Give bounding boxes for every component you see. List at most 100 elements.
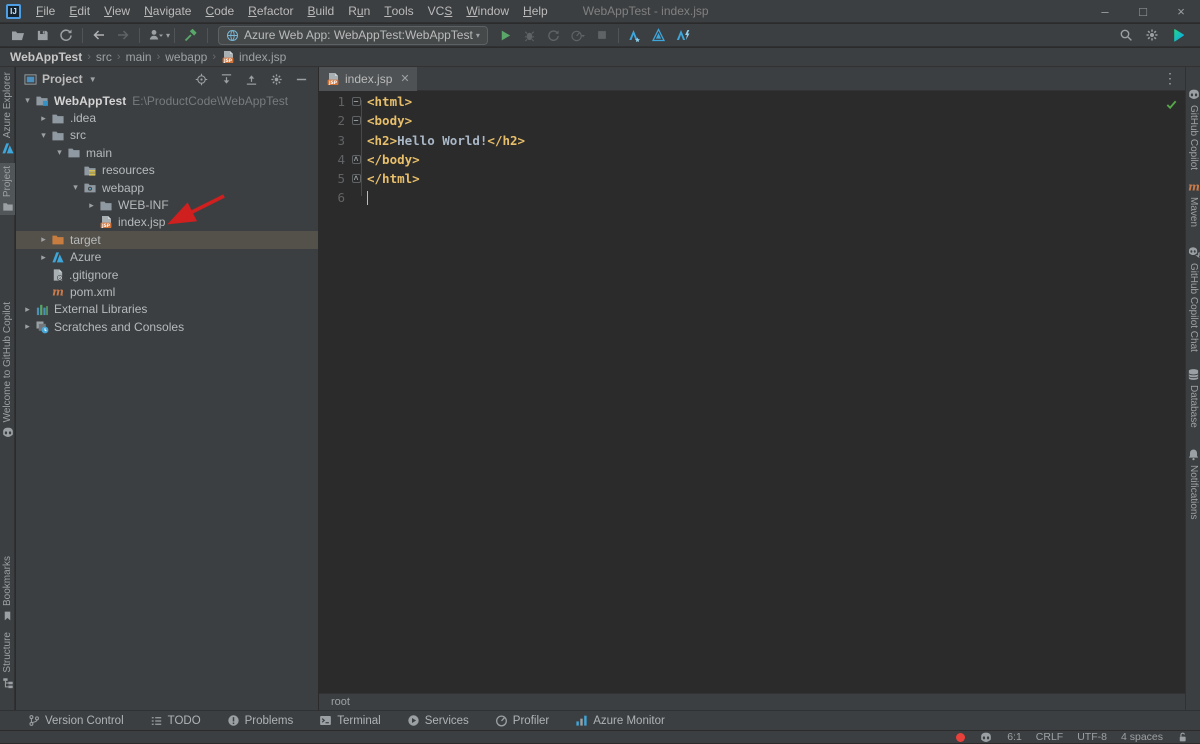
tree-item-index-jsp[interactable]: JSPindex.jsp [16, 214, 318, 231]
tool-stripe-notifications[interactable]: Notifications [1186, 445, 1200, 522]
file-encoding[interactable]: UTF-8 [1077, 731, 1107, 743]
inspections-ok-icon[interactable] [1165, 98, 1178, 111]
tool-stripe-github-copilot-chat[interactable]: GitHub Copilot Chat [1186, 243, 1200, 355]
chevron-collapsed-icon[interactable]: ▸ [36, 113, 51, 124]
code-line-5[interactable]: 5˄</html> [319, 169, 1185, 188]
debug-button[interactable] [518, 25, 542, 46]
tree-item-scratches-and-consoles[interactable]: ▸Scratches and Consoles [16, 318, 318, 335]
chevron-expanded-icon[interactable]: ▾ [36, 130, 51, 141]
tool-stripe-welcome-to-github-copilot[interactable]: Welcome to GitHub Copilot [0, 299, 15, 442]
tool-stripe-bookmarks[interactable]: Bookmarks [0, 553, 15, 625]
code-line-1[interactable]: 1−<html> [319, 92, 1185, 111]
menu-file[interactable]: File [29, 0, 62, 23]
chevron-expanded-icon[interactable]: ▾ [20, 95, 35, 106]
tree-item-external-libraries[interactable]: ▸External Libraries [16, 301, 318, 318]
locate-button[interactable] [192, 69, 210, 90]
close-button[interactable]: × [1162, 0, 1200, 22]
menu-edit[interactable]: Edit [62, 0, 97, 23]
readonly-lock-icon[interactable] [1177, 731, 1188, 743]
tool-window-button-todo[interactable]: TODO [150, 715, 201, 727]
editor-options-icon[interactable]: ⋮ [1163, 70, 1185, 87]
tool-window-button-azure-monitor[interactable]: Azure Monitor [575, 714, 665, 727]
tool-window-button-version-control[interactable]: Version Control [28, 714, 124, 727]
chevron-expanded-icon[interactable]: ▾ [52, 147, 67, 158]
azure-signin-button[interactable] [623, 25, 647, 46]
tab-index-jsp[interactable]: JSP index.jsp ✕ [319, 67, 417, 91]
run-button[interactable] [494, 25, 518, 46]
tool-stripe-database[interactable]: Database [1186, 365, 1200, 431]
menu-view[interactable]: View [97, 0, 137, 23]
sync-button[interactable] [54, 25, 78, 46]
fold-marker-icon[interactable]: − [345, 97, 367, 106]
tree-item--idea[interactable]: ▸.idea [16, 109, 318, 126]
open-button[interactable] [6, 25, 30, 46]
breadcrumb-webapptest[interactable]: WebAppTest [10, 50, 82, 64]
code-line-2[interactable]: 2−<body> [319, 111, 1185, 130]
hide-button[interactable] [292, 69, 310, 90]
gradient-play-button[interactable] [1166, 25, 1190, 46]
menu-run[interactable]: Run [341, 0, 377, 23]
menu-tools[interactable]: Tools [377, 0, 420, 23]
chevron-collapsed-icon[interactable]: ▸ [20, 321, 35, 332]
save-button[interactable] [30, 25, 54, 46]
menu-navigate[interactable]: Navigate [137, 0, 198, 23]
tree-item-main[interactable]: ▾main [16, 144, 318, 161]
indent-setting[interactable]: 4 spaces [1121, 731, 1163, 743]
back-button[interactable] [87, 25, 111, 46]
chevron-collapsed-icon[interactable]: ▸ [20, 304, 35, 315]
tree-item-webapp[interactable]: ▾webapp [16, 179, 318, 196]
tool-stripe-project[interactable]: Project [0, 163, 15, 215]
menu-help[interactable]: Help [516, 0, 555, 23]
coverage-button[interactable] [542, 25, 566, 46]
expand-all-button[interactable] [217, 69, 235, 90]
minimize-button[interactable]: – [1086, 0, 1124, 22]
caret-position[interactable]: 6:1 [1007, 731, 1022, 743]
chevron-collapsed-icon[interactable]: ▸ [84, 200, 99, 211]
tree-item-src[interactable]: ▾src [16, 127, 318, 144]
project-panel-title[interactable]: Project [42, 72, 83, 86]
menu-refactor[interactable]: Refactor [241, 0, 300, 23]
tool-window-button-services[interactable]: Services [407, 714, 469, 727]
tool-window-button-problems[interactable]: Problems [227, 714, 294, 727]
breadcrumb-main[interactable]: main [126, 50, 152, 64]
fold-marker-icon[interactable]: ˄ [345, 174, 367, 183]
menu-build[interactable]: Build [301, 0, 342, 23]
tree-item-web-inf[interactable]: ▸WEB-INF [16, 196, 318, 213]
stop-button[interactable] [590, 25, 614, 46]
tab-close-icon[interactable]: ✕ [400, 72, 409, 85]
tool-stripe-maven[interactable]: mMaven [1186, 177, 1200, 230]
tool-stripe-github-copilot[interactable]: GitHub Copilot [1186, 85, 1200, 173]
menu-code[interactable]: Code [198, 0, 241, 23]
tool-stripe-structure[interactable]: Structure [0, 629, 15, 692]
line-separator[interactable]: CRLF [1036, 731, 1063, 743]
collapse-all-button[interactable] [242, 69, 260, 90]
tree-item-webapptest[interactable]: ▾WebAppTestE:\ProductCode\WebAppTest [16, 92, 318, 109]
tool-stripe-azure-explorer[interactable]: Azure Explorer [0, 69, 15, 158]
breadcrumb-file[interactable]: index.jsp [239, 50, 286, 64]
tree-item--gitignore[interactable]: .gitignore [16, 266, 318, 283]
tree-item-target[interactable]: ▸target [16, 231, 318, 248]
menu-window[interactable]: Window [459, 0, 516, 23]
search-button[interactable] [1114, 25, 1138, 46]
fold-marker-icon[interactable]: − [345, 116, 367, 125]
tool-window-button-profiler[interactable]: Profiler [495, 714, 549, 727]
copilot-status-icon[interactable] [979, 731, 993, 744]
chevron-expanded-icon[interactable]: ▾ [68, 182, 83, 193]
chevron-collapsed-icon[interactable]: ▸ [36, 252, 51, 263]
code-line-3[interactable]: 3<h2>Hello World!</h2> [319, 131, 1185, 150]
tree-item-azure[interactable]: ▸Azure [16, 249, 318, 266]
maximize-button[interactable]: □ [1124, 0, 1162, 22]
fold-marker-icon[interactable]: ˄ [345, 155, 367, 164]
gear-button[interactable] [267, 69, 285, 90]
code-line-6[interactable]: 6 [319, 188, 1185, 207]
azure-feedback-button[interactable] [671, 25, 695, 46]
tree-item-resources[interactable]: resources [16, 162, 318, 179]
menu-vcs[interactable]: VCS [421, 0, 460, 23]
code-line-4[interactable]: 4˄</body> [319, 150, 1185, 169]
breadcrumb-src[interactable]: src [96, 50, 112, 64]
tool-window-button-terminal[interactable]: Terminal [319, 714, 380, 727]
build-hammer-button[interactable] [179, 25, 203, 46]
run-configuration-select[interactable]: Azure Web App: WebAppTest:WebAppTest▾ [218, 26, 488, 45]
breadcrumb-root[interactable]: root [331, 696, 350, 708]
forward-button[interactable] [111, 25, 135, 46]
